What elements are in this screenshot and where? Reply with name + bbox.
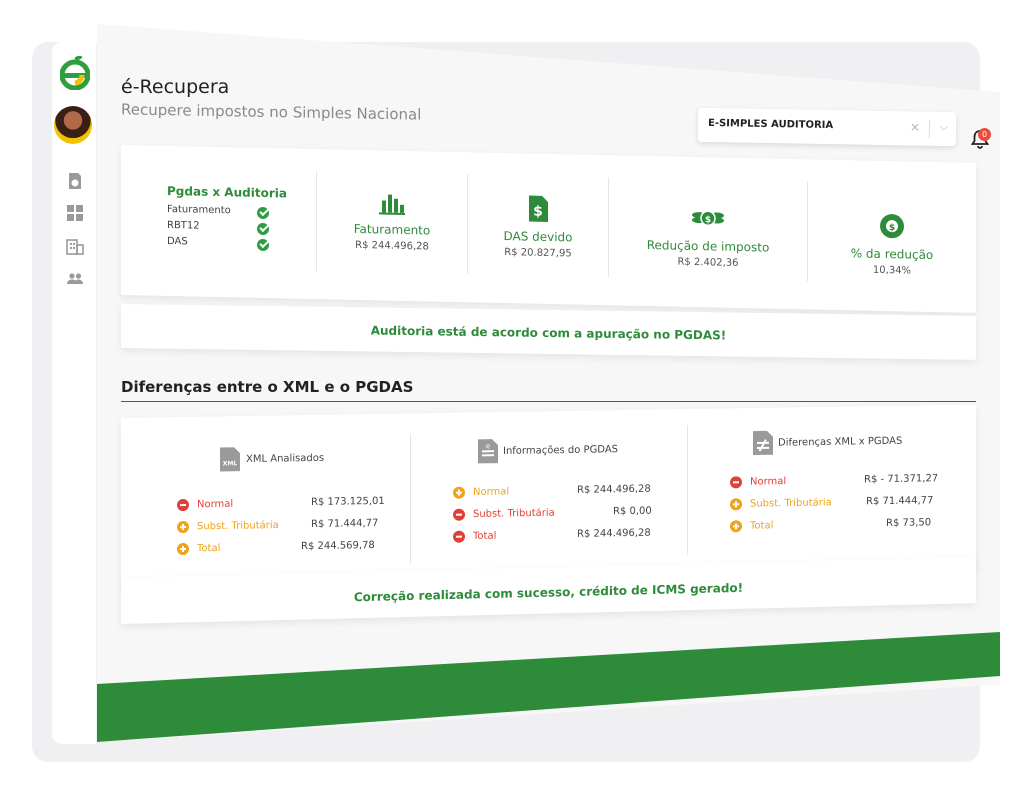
kpi-percent: $ % da redução 10,34% (808, 159, 976, 313)
document-icon: e (478, 439, 498, 464)
clear-icon[interactable]: ✕ (910, 120, 920, 134)
row-label: Subst. Tributária (750, 497, 832, 510)
chevron-down-icon[interactable]: ⌵ (940, 120, 949, 134)
company-select[interactable]: E-SIMPLES AUDITORIA ✕ ⌵ (697, 107, 957, 147)
grid-icon[interactable] (66, 204, 84, 222)
kpi-faturamento: Faturamento R$ 244.496,28 (317, 149, 467, 302)
row-value: R$ 71.444,77 (866, 495, 934, 508)
row-label: Subst. Tributária (473, 507, 555, 520)
kpi-das: $ DAS devido R$ 20.827,95 (468, 152, 608, 305)
diff-row: Subst. Tributária R$ 71.444,77 (177, 518, 378, 538)
dollar-doc-icon: $ (529, 195, 548, 222)
kpi-label: DAS devido (503, 229, 573, 245)
app-logo (60, 56, 90, 90)
audit-check-label: RBT12 (167, 219, 200, 232)
section-title: Diferenças entre o XML e o PGDAS (121, 378, 414, 396)
building-icon[interactable] (66, 237, 84, 255)
row-label: Total (750, 520, 774, 532)
section-divider (121, 401, 976, 402)
kpi-label: % da redução (850, 246, 934, 263)
row-value: R$ - 71.371,27 (864, 473, 939, 486)
delta-column: Diferenças XML x PGDAS Normal R$ - 71.37… (688, 405, 976, 575)
xml-column: XML XML Analisados Normal R$ 173.125,01 … (121, 413, 410, 583)
kpi-value: R$ 20.827,95 (504, 247, 572, 260)
row-value: R$ 244.496,28 (577, 483, 651, 496)
diff-row: Total R$ 244.569,78 (177, 540, 375, 559)
pgdas-column: e Informações do PGDAS Normal R$ 244.496… (411, 409, 687, 578)
row-label: Normal (750, 476, 787, 488)
column-title: Diferenças XML x PGDAS (778, 435, 903, 449)
icms-status-text: Correção realizada com sucesso, crédito … (353, 580, 744, 605)
diff-row: Total R$ 73,50 (730, 517, 931, 537)
differences-card: XML XML Analisados Normal R$ 173.125,01 … (121, 404, 976, 583)
row-value: R$ 173.125,01 (311, 495, 385, 509)
row-label: Total (197, 542, 221, 555)
row-value: R$ 244.496,28 (577, 527, 651, 540)
row-label: Total (473, 530, 497, 542)
plus-circle-icon (730, 498, 742, 511)
row-label: Normal (473, 486, 510, 498)
bar-chart-icon (379, 194, 405, 215)
sidebar (52, 42, 96, 744)
diff-row: Subst. Tributária R$ 0,00 (453, 506, 652, 525)
audit-status-text: Auditoria está de acordo com a apuração … (370, 323, 727, 343)
percent-cycle-icon: $ (880, 214, 904, 239)
minus-circle-icon (453, 508, 465, 521)
svg-text:XML: XML (223, 460, 238, 467)
kpi-label: Faturamento (353, 221, 431, 238)
minus-circle-icon (177, 498, 189, 512)
plus-circle-icon (177, 542, 189, 556)
check-icon (257, 222, 269, 236)
check-icon (257, 206, 269, 220)
svg-text:$: $ (705, 215, 711, 225)
diff-row: Normal R$ 244.496,28 (453, 484, 651, 503)
kpi-label: Redução de imposto (646, 238, 770, 255)
audit-title: Pgdas x Auditoria (167, 183, 287, 201)
minus-circle-icon (730, 476, 742, 489)
coins-icon: $ (692, 210, 724, 227)
kpi-reducao: $ Redução de imposto R$ 2.402,36 (609, 155, 807, 309)
column-title: XML Analisados (246, 452, 325, 466)
notification-badge: 0 (978, 128, 991, 141)
page-title: é-Recupera (121, 76, 230, 98)
row-value: R$ 71.444,77 (311, 517, 379, 531)
row-value: R$ 0,00 (613, 505, 652, 518)
row-label: Subst. Tributária (197, 520, 279, 533)
check-icon (257, 238, 269, 252)
audit-summary: Pgdas x Auditoria Faturamento RBT12 DAS (167, 146, 317, 299)
select-separator (928, 119, 931, 138)
not-equal-file-icon (753, 430, 773, 456)
diff-row: Normal R$ 173.125,01 (177, 496, 385, 515)
xml-file-icon: XML (220, 447, 240, 472)
row-label: Normal (197, 498, 234, 511)
kpi-value: 10,34% (872, 264, 912, 277)
audit-check-label: Faturamento (167, 203, 231, 217)
minus-circle-icon (453, 530, 465, 543)
svg-text:$: $ (533, 204, 543, 220)
row-value: R$ 73,50 (886, 517, 932, 529)
user-avatar[interactable] (54, 106, 92, 144)
svg-text:$: $ (889, 223, 895, 233)
column-title: Informações do PGDAS (503, 444, 619, 457)
users-icon[interactable] (66, 270, 84, 288)
audit-check-label: DAS (167, 235, 188, 248)
row-value: R$ 244.569,78 (301, 540, 375, 553)
diff-row: Normal R$ - 71.371,27 (730, 473, 938, 493)
kpi-value: R$ 244.496,28 (355, 239, 429, 253)
company-select-value: E-SIMPLES AUDITORIA (707, 117, 834, 132)
plus-circle-icon (730, 520, 742, 533)
diff-row: Subst. Tributária R$ 71.444,77 (730, 495, 933, 515)
plus-circle-icon (177, 520, 189, 534)
plus-circle-icon (453, 486, 465, 499)
kpi-value: R$ 2.402,36 (677, 256, 739, 269)
diff-row: Total R$ 244.496,28 (453, 528, 651, 547)
dashboard-icon[interactable] (66, 172, 84, 190)
audit-check-row: DAS (167, 236, 317, 255)
kpi-card: Pgdas x Auditoria Faturamento RBT12 DAS … (121, 145, 976, 313)
svg-text:e: e (486, 442, 490, 450)
